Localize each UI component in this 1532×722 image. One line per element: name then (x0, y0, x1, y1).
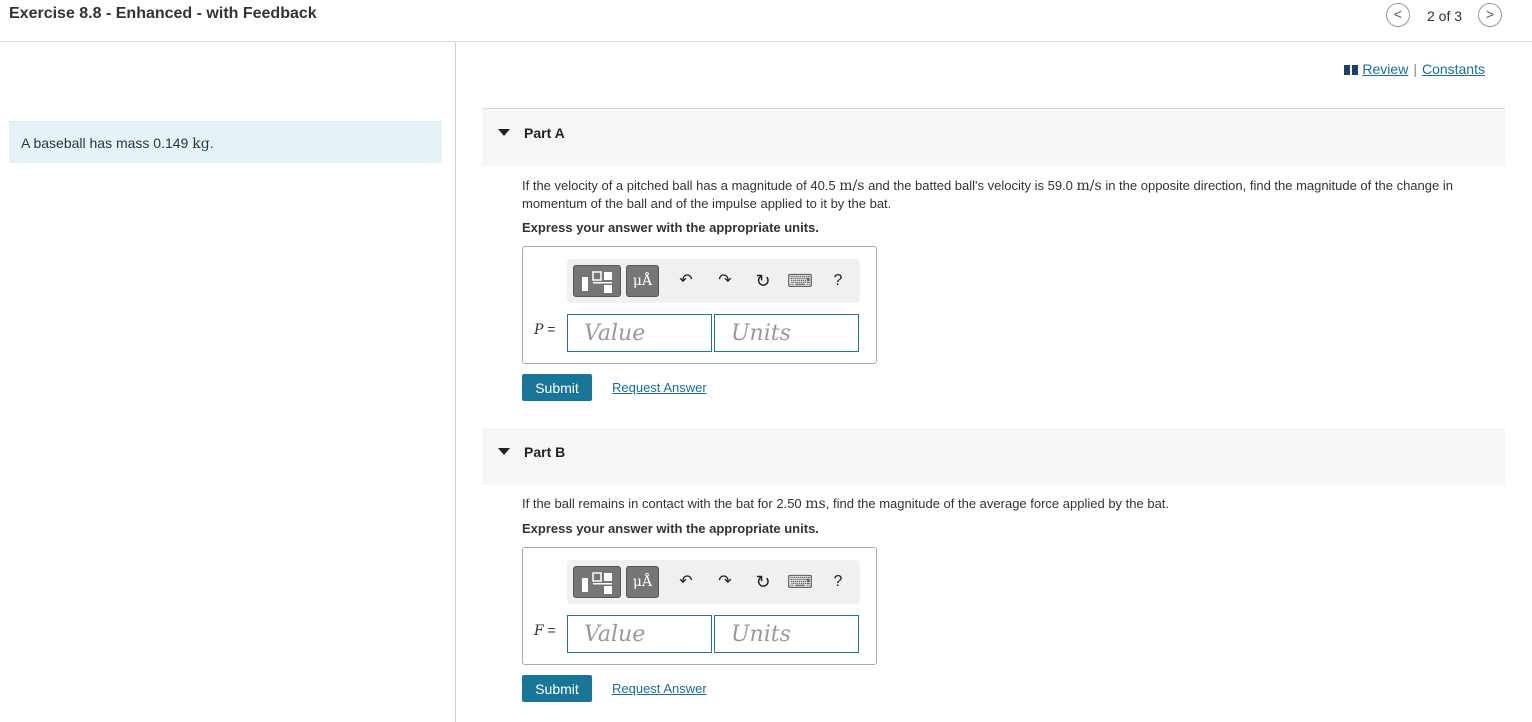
help-icon[interactable]: ? (825, 569, 851, 595)
part-b-answer-box: μÅ ↶ ↷ ↻ ⌨ ? F = (522, 547, 877, 665)
units-input[interactable] (714, 615, 859, 653)
part-b-label: Part B (524, 444, 566, 460)
variable-symbol: P (534, 322, 544, 338)
equals-sign: = (543, 622, 556, 638)
header-bar: Exercise 8.8 - Enhanced - with Feedback … (0, 0, 1532, 42)
part-a-header[interactable]: Part A (482, 109, 1505, 166)
units-symbols-button[interactable]: μÅ (626, 566, 659, 598)
math-toolbar: μÅ ↶ ↷ ↻ ⌨ ? (567, 259, 860, 303)
keyboard-icon[interactable]: ⌨ (787, 569, 813, 595)
undo-icon[interactable]: ↶ (673, 268, 699, 294)
question-unit: m/s (1076, 178, 1102, 194)
part-a-instruction: Express your answer with the appropriate… (522, 220, 819, 235)
part-b-instruction: Express your answer with the appropriate… (522, 521, 819, 536)
question-text: , find the magnitude of the average forc… (825, 496, 1170, 511)
part-a-answer-box: μÅ ↶ ↷ ↻ ⌨ ? P = (522, 246, 877, 364)
intro-statement: A baseball has mass 0.149 kg. (9, 121, 442, 163)
reset-icon[interactable]: ↻ (750, 569, 776, 595)
variable-label: F = (534, 622, 556, 639)
templates-icon (582, 271, 612, 293)
question-text: If the ball remains in contact with the … (522, 496, 806, 511)
question-unit: ms (805, 496, 826, 512)
units-input[interactable] (714, 314, 859, 352)
variable-label: P = (534, 321, 556, 338)
question-text: and the batted ball's velocity is 59.0 (864, 178, 1077, 193)
reset-icon[interactable]: ↻ (750, 268, 776, 294)
variable-symbol: F (534, 623, 544, 639)
submit-button[interactable]: Submit (522, 675, 592, 702)
keyboard-icon[interactable]: ⌨ (787, 268, 813, 294)
link-separator: | (1413, 61, 1417, 77)
request-answer-link[interactable]: Request Answer (612, 380, 707, 395)
redo-icon[interactable]: ↷ (712, 569, 738, 595)
value-input[interactable] (567, 314, 712, 352)
submit-button[interactable]: Submit (522, 374, 592, 401)
redo-icon[interactable]: ↷ (712, 268, 738, 294)
templates-button[interactable] (573, 265, 621, 297)
part-a-label: Part A (524, 125, 565, 141)
undo-icon[interactable]: ↶ (673, 569, 699, 595)
constants-link[interactable]: Constants (1422, 61, 1485, 77)
intro-unit: kg (192, 136, 210, 152)
equals-sign: = (543, 321, 556, 337)
templates-icon (582, 572, 612, 594)
templates-button[interactable] (573, 566, 621, 598)
question-unit: m/s (839, 178, 865, 194)
collapse-triangle-icon[interactable] (498, 448, 510, 455)
collapse-triangle-icon[interactable] (498, 129, 510, 136)
resource-links: Review | Constants (1344, 61, 1485, 77)
math-toolbar: μÅ ↶ ↷ ↻ ⌨ ? (567, 560, 860, 604)
page-title: Exercise 8.8 - Enhanced - with Feedback (9, 5, 317, 22)
part-a-question: If the velocity of a pitched ball has a … (522, 177, 1482, 212)
request-answer-link[interactable]: Request Answer (612, 681, 707, 696)
review-link[interactable]: Review (1362, 61, 1408, 77)
intro-panel: A baseball has mass 0.149 kg. (0, 42, 456, 722)
part-b-header[interactable]: Part B (482, 428, 1505, 485)
item-position: 2 of 3 (1427, 8, 1463, 24)
part-b-question: If the ball remains in contact with the … (522, 495, 1482, 513)
question-text: If the velocity of a pitched ball has a … (522, 178, 840, 193)
help-icon[interactable]: ? (825, 268, 851, 294)
previous-button[interactable]: < (1386, 3, 1410, 27)
book-icon (1344, 65, 1359, 75)
intro-text-end: . (209, 135, 214, 151)
units-symbols-button[interactable]: μÅ (626, 265, 659, 297)
intro-text: A baseball has mass 0.149 (21, 135, 193, 151)
value-input[interactable] (567, 615, 712, 653)
next-button[interactable]: > (1478, 3, 1502, 27)
